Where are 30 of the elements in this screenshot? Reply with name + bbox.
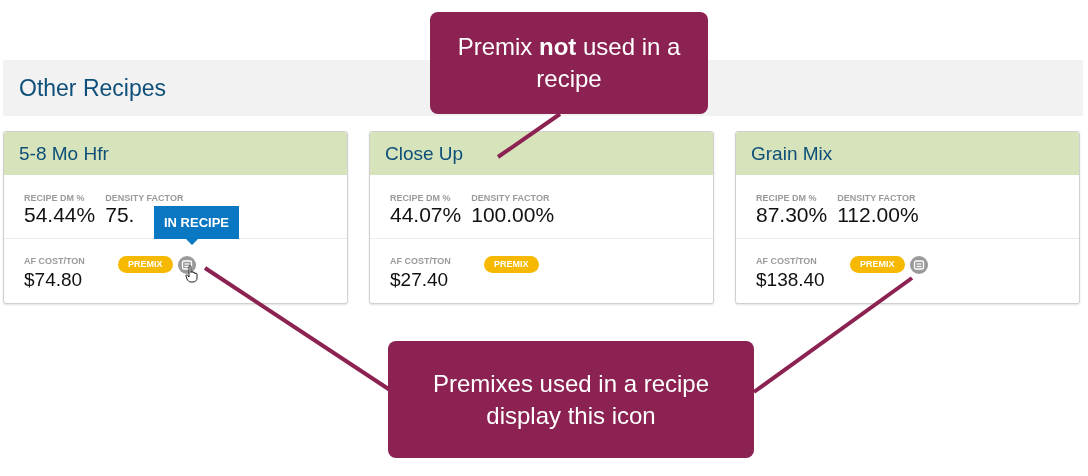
premix-tag: PREMIX	[484, 256, 539, 273]
card-title: Grain Mix	[751, 142, 833, 165]
cost-label: AF COST/TON	[756, 256, 817, 266]
stat-label: RECIPE DM %	[390, 193, 451, 203]
premix-tag: PREMIX	[850, 256, 905, 273]
callout-box: Premix not used in a recipe	[430, 12, 708, 114]
stat-label: DENSITY FACTOR	[105, 193, 184, 203]
cost-value: $27.40	[390, 268, 449, 292]
cost-label: AF COST/TON	[24, 256, 85, 266]
leader-line	[496, 112, 562, 159]
card-title: 5-8 Mo Hfr	[19, 142, 109, 165]
cost-value: $74.80	[24, 268, 83, 292]
stat-label: RECIPE DM %	[756, 193, 817, 203]
list-icon[interactable]	[909, 256, 928, 274]
callout-box: Premixes used in a recipe display this icon	[388, 341, 754, 458]
premix-tag: PREMIX	[118, 256, 173, 273]
stat-label: DENSITY FACTOR	[837, 193, 916, 203]
stat-label: DENSITY FACTOR	[471, 193, 550, 203]
stat-value: 87.30%	[756, 203, 828, 227]
tooltip: IN RECIPE	[154, 206, 239, 245]
cost-label: AF COST/TON	[390, 256, 451, 266]
stat-value: 54.44%	[24, 203, 96, 227]
stat-value: 44.07%	[390, 203, 462, 227]
stat-value: 100.00%	[471, 203, 555, 227]
stat-label: RECIPE DM %	[24, 193, 85, 203]
card-title: Close Up	[385, 142, 464, 165]
cost-value: $138.40	[756, 268, 825, 292]
stat-value: 75.	[105, 203, 135, 227]
stat-value: 112.00%	[837, 203, 919, 227]
section-title: Other Recipes	[19, 74, 166, 102]
